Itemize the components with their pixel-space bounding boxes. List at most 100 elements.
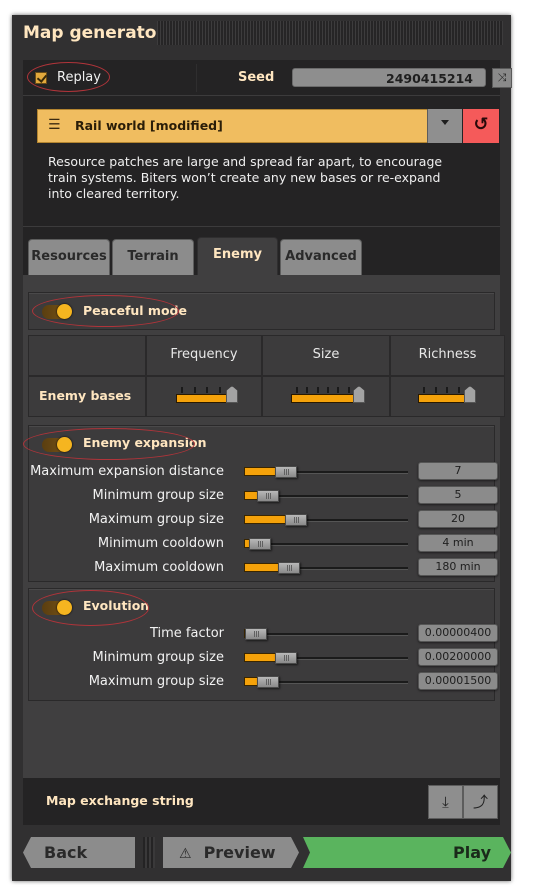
slider-tick [194,387,196,393]
frequency-cell [146,376,262,417]
setting-label: Minimum group size [92,650,224,665]
value-input[interactable]: 180 min [418,558,498,576]
slider-handle[interactable] [245,628,267,640]
preset-label: Rail world [modified] [75,118,223,133]
value-input[interactable]: 5 [418,486,498,504]
table-corner [28,335,146,376]
title-bar[interactable]: Map generator [12,15,511,53]
replay-label: Replay [57,70,101,85]
play-button[interactable]: Play [303,837,511,868]
seed-label: Seed [238,70,275,85]
slider-tick [181,387,183,393]
peaceful-mode-toggle[interactable] [42,304,72,319]
setting-label: Maximum group size [88,674,224,689]
preset-description: Resource patches are large and spread fa… [48,154,443,201]
expansion-setting-row: Maximum cooldown 180 min [29,558,498,578]
slider-handle[interactable] [257,490,279,502]
slider-fill [244,563,280,572]
slider-fill [291,394,355,403]
export-icon: ⤴ [472,793,488,811]
value-input[interactable]: 0.00000400 [418,624,498,642]
slider-tick [306,387,308,393]
column-header: Richness [390,335,505,376]
setting-label: Maximum expansion distance [30,464,224,479]
slider-track[interactable] [244,633,408,636]
value-input[interactable]: 0.00001500 [418,672,498,690]
preview-button[interactable]: ⚠ Preview [163,837,299,868]
enemy-bases-table: Frequency Size Richness Enemy bases [28,335,505,418]
preset-selector[interactable]: ☰ Rail world [modified] [37,109,429,143]
caret-down-icon [441,120,449,125]
richness-slider[interactable] [418,384,476,404]
tab-advanced[interactable]: Advanced [280,239,362,275]
peaceful-mode-panel: Peaceful mode [28,292,495,330]
slider-tick [337,387,339,393]
shuffle-seed-button[interactable]: ⤨ [492,68,512,88]
slider-tick [317,387,319,393]
shuffle-icon: ⤨ [497,71,507,84]
slider-handle[interactable] [464,386,476,403]
slider-tick [348,387,350,393]
slider-tick [435,387,437,393]
preset-reset-button[interactable]: ↺ [463,109,499,143]
checkbox-checked-icon[interactable] [35,71,47,84]
value-input[interactable]: 20 [418,510,498,528]
value-input[interactable]: 0.00200000 [418,648,498,666]
drag-handle[interactable] [157,21,503,45]
slider-tick [458,387,460,393]
seed-row: Replay Seed 2490415214 ⤨ [23,60,512,96]
setting-label: Minimum cooldown [97,536,224,551]
enemy-expansion-label: Enemy expansion [83,435,207,450]
value-input[interactable]: 4 min [418,534,498,552]
map-generator-window: Map generator Replay Seed 2490415214 ⤨ ☰… [12,15,512,881]
slider-tick [446,387,448,393]
slider-handle[interactable] [226,386,238,403]
map-exchange-label: Map exchange string [46,793,194,808]
divider [196,64,197,92]
slider-handle[interactable] [278,562,300,574]
setting-label: Maximum group size [88,512,224,527]
tab-enemy[interactable]: Enemy [197,237,278,275]
map-exchange-bar: Map exchange string ⤓ ⤴ [23,778,500,823]
back-button[interactable]: Back [23,837,135,868]
slider-handle[interactable] [275,466,297,478]
export-string-button[interactable]: ⤴ [463,785,498,819]
preset-dropdown-button[interactable] [427,109,462,143]
replay-checkbox[interactable]: Replay [35,70,101,85]
slider-tick [219,387,221,393]
evolution-setting-row: Time factor 0.00000400 [29,624,498,644]
frequency-slider[interactable] [176,384,238,404]
import-icon: ⤓ [442,793,449,811]
column-header: Frequency [146,335,262,376]
slider-tick [327,387,329,393]
tab-terrain[interactable]: Terrain [112,239,194,275]
size-slider[interactable] [291,384,365,404]
row-label-enemy-bases: Enemy bases [28,376,146,417]
evolution-toggle[interactable] [42,600,72,615]
slider-handle[interactable] [249,538,271,550]
sliders-icon: ☰ [48,117,61,133]
slider-handle[interactable] [285,514,307,526]
evolution-setting-row: Minimum group size 0.00200000 [29,648,498,668]
tab-resources[interactable]: Resources [28,239,110,275]
enemy-expansion-toggle[interactable] [42,437,72,452]
tab-bar: Resources Terrain Enemy Advanced [23,226,500,275]
slider-fill [176,394,228,403]
expansion-setting-row: Maximum group size 20 [29,510,498,530]
richness-cell [390,376,505,417]
slider-handle[interactable] [257,676,279,688]
slider-tick [296,387,298,393]
import-string-button[interactable]: ⤓ [428,785,463,819]
slider-fill [418,394,466,403]
expansion-setting-row: Minimum cooldown 4 min [29,534,498,554]
slider-handle[interactable] [275,652,297,664]
seed-input[interactable]: 2490415214 [292,68,486,87]
value-input[interactable]: 7 [418,462,498,480]
slider-handle[interactable] [353,386,365,403]
setting-label: Time factor [149,626,224,641]
slider-tick [206,387,208,393]
evolution-setting-row: Maximum group size 0.00001500 [29,672,498,692]
peaceful-mode-label: Peaceful mode [83,303,187,318]
slider-tick [423,387,425,393]
size-cell [262,376,390,417]
